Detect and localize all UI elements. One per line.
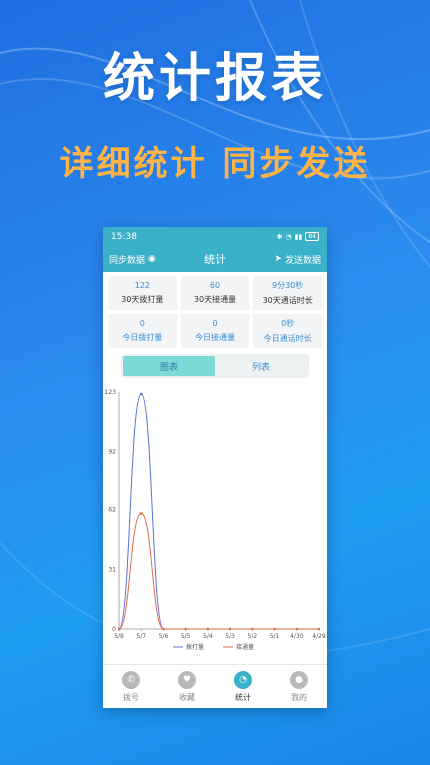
y-tick-label: 62 [108, 507, 116, 514]
stat-card: 0 今日拨打量 [108, 314, 177, 348]
tab-label: 我的 [291, 692, 307, 702]
y-tick-label: 123 [105, 389, 117, 396]
wifi-icon: ◔ [285, 232, 292, 241]
bluetooth-icon: ✱ [276, 232, 283, 241]
x-tick-label: 5/1 [270, 633, 280, 640]
sync-label: 同步数据 [109, 255, 146, 266]
view-toggle: 图表 列表 [121, 354, 309, 378]
x-tick-label: 5/3 [225, 633, 235, 640]
heart-icon: ♥ [178, 670, 196, 689]
app-bar: 同步数据 ◉ 统计 ➤ 发送数据 [103, 246, 327, 272]
stat-label: 30天拨打量 [121, 295, 164, 304]
send-data-button[interactable]: ➤ 发送数据 [274, 253, 321, 266]
x-tick-label: 5/4 [203, 633, 213, 640]
page-title: 统计 [204, 253, 227, 266]
tab-favorites[interactable]: ♥ 收藏 [162, 670, 212, 703]
stat-value: 0 [212, 319, 218, 328]
stat-card: 60 30天接通量 [180, 276, 250, 310]
stat-value: 0秒 [281, 319, 295, 328]
eye-icon: ◉ [148, 254, 156, 264]
x-tick-label: 5/6 [159, 633, 169, 640]
phone-screen: 15:38 ✱ ◔ ▮▮ 84 同步数据 ◉ 统计 ➤ 发送数据 122 30天… [103, 227, 327, 708]
send-label: 发送数据 [284, 255, 321, 266]
pie-chart-icon: ◔ [234, 670, 252, 689]
stat-value: 9分30秒 [272, 281, 304, 290]
stat-label: 今日接通量 [194, 333, 235, 342]
data-point [206, 627, 210, 631]
stat-label: 今日通话时长 [263, 334, 312, 343]
bottom-tab-bar: ✆ 拨号 ♥ 收藏 ◔ 统计 ● 我的 [103, 664, 327, 708]
stat-card: 0秒 今日通话时长 [253, 314, 322, 348]
peak-marker: × [139, 392, 143, 398]
x-tick-label: 5/2 [248, 633, 258, 640]
stat-value: 122 [134, 281, 150, 290]
status-time: 15:38 [111, 231, 137, 242]
status-icons: ✱ ◔ ▮▮ 84 [277, 232, 319, 241]
send-icon: ➤ [274, 254, 282, 264]
user-icon: ● [290, 670, 308, 689]
data-point [251, 627, 254, 631]
y-tick-label: 31 [108, 566, 116, 573]
stat-card: 122 30天拨打量 [108, 276, 177, 310]
tab-dial[interactable]: ✆ 拨号 [106, 670, 156, 703]
tab-label: 收藏 [179, 692, 195, 702]
tab-label: 拨号 [123, 692, 139, 702]
sync-data-button[interactable]: 同步数据 ◉ [109, 253, 156, 266]
x-tick-label: 4/29 [312, 633, 326, 640]
stat-card: 9分30秒 30天通话时长 [253, 276, 322, 310]
y-tick-label: 0 [112, 626, 116, 633]
stat-value: 60 [209, 281, 221, 290]
x-tick-label: 5/5 [181, 633, 191, 640]
data-point [273, 627, 276, 631]
phone-icon: ✆ [122, 670, 140, 689]
chart-area: 0 31 62 92 123 5/8 5/7 5/6 5/5 5/4 5/3 5/2 5/1 4/30 4/… [103, 382, 327, 652]
data-point [162, 627, 165, 631]
battery-icon: 84 [305, 232, 319, 241]
data-point [184, 627, 187, 631]
signal-icon: ▮▮ [294, 232, 303, 241]
line-chart: 0 31 62 92 123 5/8 5/7 5/6 5/5 5/4 5/3 5/2 5/1 4/30 4/… [105, 389, 326, 651]
stats-grid: 122 30天拨打量 60 30天接通量 9分30秒 30天通话时长 0 今日拨… [103, 272, 327, 348]
tab-stats[interactable]: ◔ 统计 [218, 670, 268, 703]
stat-card: 0 今日接通量 [180, 314, 250, 348]
stat-label: 30天通话时长 [262, 296, 313, 305]
data-point [228, 627, 232, 631]
series-line [118, 512, 319, 630]
legend-label: 接通量 [236, 643, 254, 651]
tab-label: 统计 [235, 692, 251, 702]
y-tick-label: 92 [108, 449, 116, 456]
stat-value: 0 [139, 319, 145, 328]
stat-label: 今日拨打量 [122, 333, 163, 342]
legend-label: 拨打量 [186, 643, 204, 651]
series-line [118, 393, 319, 630]
promo-subtitle: 详细统计 同步发送 [59, 144, 371, 184]
stat-label: 30天接通量 [193, 295, 237, 304]
data-point [117, 627, 121, 631]
x-tick-label: 5/7 [136, 633, 146, 640]
data-point [317, 627, 321, 631]
tab-mine[interactable]: ● 我的 [274, 670, 324, 703]
peak-marker: × [139, 511, 143, 517]
tab-chart[interactable]: 图表 [123, 356, 215, 376]
data-point [295, 627, 298, 631]
x-tick-label: 5/8 [114, 633, 124, 640]
tab-list[interactable]: 列表 [215, 356, 307, 376]
status-bar: 15:38 ✱ ◔ ▮▮ 84 [103, 227, 327, 246]
x-tick-label: 4/30 [290, 633, 304, 640]
promo-title: 统计报表 [102, 49, 327, 109]
